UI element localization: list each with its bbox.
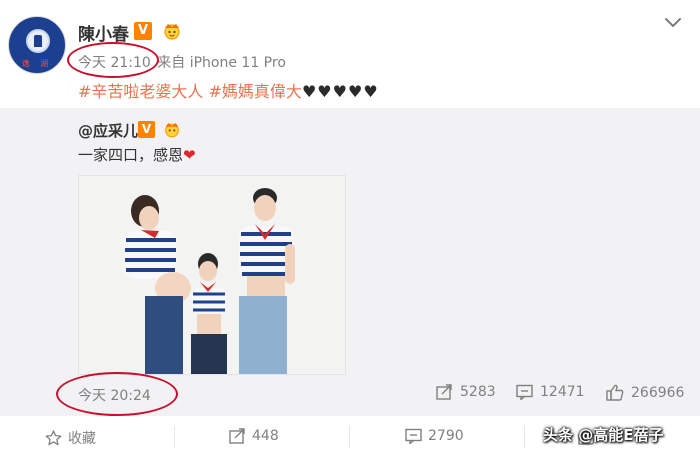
- post-username[interactable]: 陳小春: [78, 20, 129, 45]
- forward-icon: [436, 384, 452, 400]
- avatar[interactable]: 逸 湖: [8, 16, 66, 74]
- family-photo[interactable]: [78, 175, 346, 375]
- annotation-circle: [67, 42, 159, 78]
- divider: [524, 426, 525, 448]
- crown-icon: [164, 24, 180, 40]
- repost-card[interactable]: @应采儿 V 一家四口，感恩❤ 今天 20:24 5283 12471 2669…: [0, 108, 700, 416]
- topic-link[interactable]: #媽媽真偉大: [209, 82, 302, 101]
- forward-icon: [229, 428, 245, 444]
- forward-count: 448: [252, 428, 279, 444]
- avatar-caption: 逸 湖: [21, 59, 53, 68]
- family-photo-illustration: [79, 176, 345, 374]
- comment-button[interactable]: 2790: [405, 428, 464, 444]
- thumbs-up-icon: [606, 384, 624, 401]
- favorite-label: 收藏: [68, 431, 96, 447]
- repost-username[interactable]: @应采儿: [78, 120, 138, 141]
- watermark: 头条 @高能E蓓子: [543, 426, 664, 444]
- forward-button[interactable]: 448: [229, 428, 279, 444]
- comment-count: 2790: [428, 428, 464, 444]
- crown-icon: [165, 123, 179, 138]
- verified-badge-icon: V: [134, 22, 152, 40]
- topic-link[interactable]: #辛苦啦老婆大人: [78, 82, 203, 101]
- star-icon: [45, 430, 62, 446]
- verified-badge-icon: V: [138, 121, 155, 138]
- repost-comment-stat[interactable]: 12471: [516, 384, 585, 400]
- comment-count: 12471: [540, 384, 585, 400]
- post-text: #辛苦啦老婆大人 #媽媽真偉大♥♥♥♥♥: [78, 78, 379, 102]
- repost-forward-stat[interactable]: 5283: [436, 384, 496, 400]
- divider: [174, 426, 175, 448]
- favorite-button[interactable]: 收藏: [45, 428, 96, 448]
- heart-emoji: ❤: [183, 146, 196, 164]
- chevron-down-icon[interactable]: [664, 14, 682, 32]
- hearts-emoji: ♥♥♥♥♥: [301, 82, 379, 101]
- post-source: 来自 iPhone 11 Pro: [157, 55, 286, 71]
- forward-count: 5283: [460, 384, 496, 400]
- repost-like-stat[interactable]: 266966: [606, 384, 684, 401]
- repost-text: 一家四口，感恩❤: [78, 144, 196, 165]
- comment-icon: [405, 428, 422, 444]
- divider: [349, 426, 350, 448]
- like-count: 266966: [631, 384, 685, 401]
- repost-text-body: 一家四口，感恩: [78, 146, 184, 164]
- comment-icon: [516, 384, 533, 400]
- emblem-icon: [26, 29, 50, 53]
- annotation-circle: [56, 372, 178, 416]
